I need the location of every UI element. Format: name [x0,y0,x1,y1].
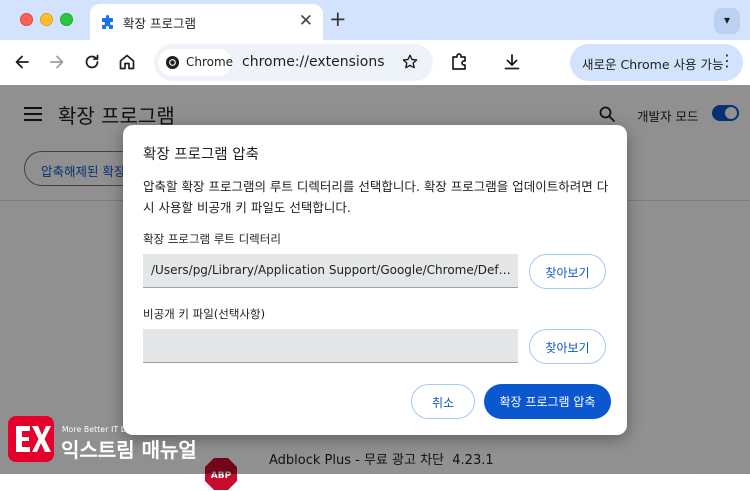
forward-icon[interactable] [46,51,68,73]
minimize-window-button[interactable] [40,13,53,26]
watermark-logo [8,416,54,462]
tab-strip: 확장 프로그램 ✕ + ▾ [0,0,750,40]
tab-extensions[interactable]: 확장 프로그램 ✕ [90,4,323,40]
cancel-button[interactable]: 취소 [411,384,475,419]
reload-icon[interactable] [81,51,103,73]
pack-extension-label: 확장 프로그램 압축 [499,395,596,409]
tab-title: 확장 프로그램 [123,16,196,31]
url-text[interactable]: chrome://extensions [242,54,385,70]
address-bar[interactable]: Chrome chrome://extensions [154,44,433,81]
browse-root-button[interactable]: 찾아보기 [529,254,606,289]
chrome-logo-icon [165,55,180,70]
watermark-name: 익스트림 매뉴얼 [61,438,197,462]
browse-root-label: 찾아보기 [545,266,590,280]
dialog-title: 확장 프로그램 압축 [143,147,259,163]
home-icon[interactable] [116,51,138,73]
private-key-input[interactable] [143,329,518,363]
pack-extension-button[interactable]: 확장 프로그램 압축 [484,384,611,419]
back-icon[interactable] [11,51,33,73]
root-directory-value: /Users/pg/Library/Application Support/Go… [151,263,513,277]
close-window-button[interactable] [20,13,33,26]
tab-search-button[interactable]: ▾ [714,8,740,34]
cancel-label: 취소 [431,396,455,410]
tab-close-icon[interactable]: ✕ [299,10,313,32]
browser-window: 확장 프로그램 ✕ + ▾ Chrome chrome://extensions… [0,0,750,490]
toolbar: Chrome chrome://extensions 새로운 Chrome 사용… [0,40,750,85]
pack-extension-dialog: 확장 프로그램 압축 압축할 확장 프로그램의 루트 디렉터리를 선택합니다. … [123,125,627,435]
zoom-window-button[interactable] [60,13,73,26]
bookmark-star-icon[interactable] [401,53,419,71]
extensions-puzzle-icon[interactable] [448,51,470,73]
private-key-label: 비공개 키 파일(선택사항) [143,307,266,321]
dialog-description: 압축할 확장 프로그램의 루트 디렉터리를 선택합니다. 확장 프로그램을 업데… [143,179,609,215]
browse-key-label: 찾아보기 [545,341,590,355]
ex-logo-icon [16,426,51,452]
chrome-chip[interactable]: Chrome [158,49,234,76]
update-chrome-button[interactable]: 새로운 Chrome 사용 가능 ⋮ [570,44,743,81]
puzzle-icon [102,15,113,29]
new-tab-button[interactable]: + [329,7,347,31]
watermark: More Better IT Life 익스트림 매뉴얼 [8,416,213,470]
root-directory-label: 확장 프로그램 루트 디렉터리 [143,232,281,246]
chrome-chip-label: Chrome [186,55,234,69]
download-icon[interactable] [501,51,523,73]
root-directory-input[interactable]: /Users/pg/Library/Application Support/Go… [143,254,518,288]
more-menu-icon[interactable]: ⋮ [719,52,735,70]
watermark-tagline: More Better IT Life [62,425,136,434]
update-chrome-label: 새로운 Chrome 사용 가능 [582,57,724,72]
browse-key-button[interactable]: 찾아보기 [529,329,606,364]
chevron-down-icon: ▾ [723,13,731,27]
